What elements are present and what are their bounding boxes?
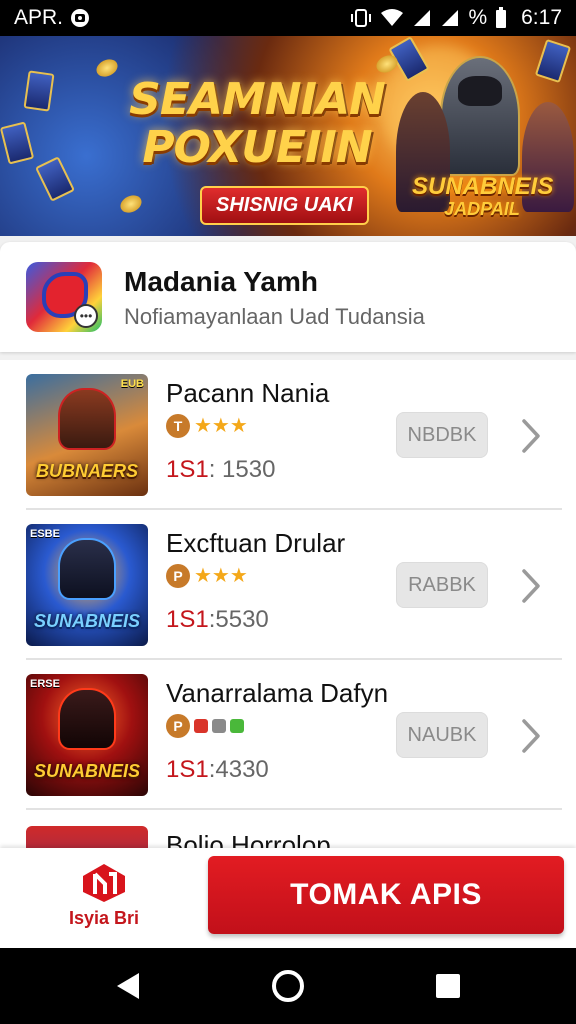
clock: 6:17 [521, 6, 562, 29]
price-value: :5530 [208, 606, 269, 633]
game-price: 1S1: 1530 [166, 456, 275, 484]
star-rating: ★★★ [194, 565, 248, 587]
banner-logo-line2: JADPAIL [444, 199, 520, 219]
banner-subtitle: SHISNIG UAKI [200, 186, 369, 225]
featured-app-icon: ••• [26, 262, 102, 332]
brand-logo-icon [81, 862, 127, 904]
game-action-button[interactable]: NAUBK [396, 712, 488, 758]
recents-icon[interactable] [428, 966, 468, 1006]
rating-row: P ★★★ [166, 564, 248, 588]
price-prefix: 1S1 [166, 756, 209, 783]
rating-badge: T [166, 414, 190, 438]
rating-row: P [166, 714, 244, 738]
thumb-label: BUBNAERS [35, 461, 138, 481]
home-icon[interactable] [268, 966, 308, 1006]
banner-logo-line1: SUNABNEIS [412, 173, 554, 200]
vibrate-icon [350, 7, 372, 29]
list-item[interactable]: ESBE SUNABNEIS Excftuan Drular P ★★★ 1S1… [0, 510, 576, 660]
thumb-badge: EUB [120, 378, 144, 390]
banner-title-line2: POXUEIIN [142, 122, 372, 173]
list-item[interactable]: ERSE SUNABNEIS Vanarralama Dafyn P 1S1:4… [0, 660, 576, 810]
list-item[interactable]: EUB BUBNAERS Pacann Nania T ★★★ 1S1: 153… [0, 360, 576, 510]
star-rating: ★★★ [194, 415, 248, 437]
game-thumbnail: EUB BUBNAERS [26, 374, 148, 496]
banner-title: SEAMNIAN POXUEIIN [112, 76, 402, 172]
game-list: EUB BUBNAERS Pacann Nania T ★★★ 1S1: 153… [0, 360, 576, 850]
game-thumbnail [26, 826, 148, 850]
game-thumbnail: ERSE SUNABNEIS [26, 674, 148, 796]
coin-icon [117, 192, 145, 216]
signal-icon-2 [440, 8, 460, 28]
brand-name: Isyia Bri [68, 908, 140, 928]
playing-card-icon [34, 156, 76, 202]
price-prefix: 1S1 [166, 456, 209, 483]
thumb-label: SUNABNEIS [33, 611, 140, 631]
playing-card-icon [0, 121, 35, 165]
hero-mask [458, 76, 502, 106]
wifi-icon [380, 8, 404, 28]
game-price: 1S1:5530 [166, 606, 269, 634]
promo-banner[interactable]: SEAMNIAN POXUEIIN SHISNIG UAKI SUNABNEIS… [0, 36, 576, 236]
system-nav-bar [0, 948, 576, 1024]
game-price: 1S1:4330 [166, 756, 269, 784]
rating-badge: P [166, 564, 190, 588]
game-action-button[interactable]: NBDBK [396, 412, 488, 458]
game-thumbnail: ESBE SUNABNEIS [26, 524, 148, 646]
rating-badge: P [166, 714, 190, 738]
divider [26, 808, 562, 810]
rating-row: T ★★★ [166, 414, 248, 438]
green-gem-icon [230, 719, 244, 733]
price-prefix: 1S1 [166, 606, 209, 633]
notification-icon [69, 7, 91, 29]
thumb-label: SUNABNEIS [33, 761, 140, 781]
back-icon[interactable] [108, 966, 148, 1006]
chevron-right-icon[interactable] [516, 716, 546, 756]
chevron-right-icon[interactable] [516, 566, 546, 606]
banner-title-line1: SEAMNIAN [129, 74, 386, 125]
red-gem-icon [194, 719, 208, 733]
signal-icon [412, 8, 432, 28]
featured-app-row[interactable]: ••• Madania Yamh Nofiamayanlaan Uad Tuda… [0, 242, 576, 352]
featured-app-title: Madania Yamh [124, 266, 319, 297]
game-name: Vanarralama Dafyn [166, 678, 389, 708]
game-name: Pacann Nania [166, 378, 330, 408]
chevron-right-icon[interactable] [516, 416, 546, 456]
app-screen: APR. % 6:17 SEAMNIAN POXUEIIN SHISNIG UA… [0, 0, 576, 1024]
battery-icon [495, 7, 507, 29]
banner-logo: SUNABNEIS JADPAIL [412, 173, 554, 220]
brand-logo[interactable]: Isyia Bri [54, 862, 154, 929]
playing-card-icon [23, 70, 55, 112]
bottom-action-bar: Isyia Bri TOMAK APIS [0, 848, 576, 948]
thumb-badge: ESBE [30, 528, 60, 540]
chat-bubble-icon: ••• [74, 304, 98, 328]
list-item[interactable]: Bolio Horrolop [0, 812, 576, 850]
battery-label: % [468, 6, 488, 29]
hero-character [440, 56, 520, 176]
game-name: Bolio Horrolop [166, 830, 331, 850]
playing-card-icon [534, 38, 572, 84]
status-bar: APR. % 6:17 [0, 0, 576, 36]
thumb-badge: ERSE [30, 678, 60, 690]
price-value: :4330 [208, 756, 269, 783]
gray-gem-icon [212, 719, 226, 733]
game-name: Excftuan Drular [166, 528, 346, 558]
primary-cta-button[interactable]: TOMAK APIS [208, 856, 564, 934]
price-value: : 1530 [208, 456, 276, 483]
carrier-label: APR. [14, 6, 64, 29]
game-action-button[interactable]: RABBK [396, 562, 488, 608]
featured-app-subtitle: Nofiamayanlaan Uad Tudansia [124, 304, 425, 329]
